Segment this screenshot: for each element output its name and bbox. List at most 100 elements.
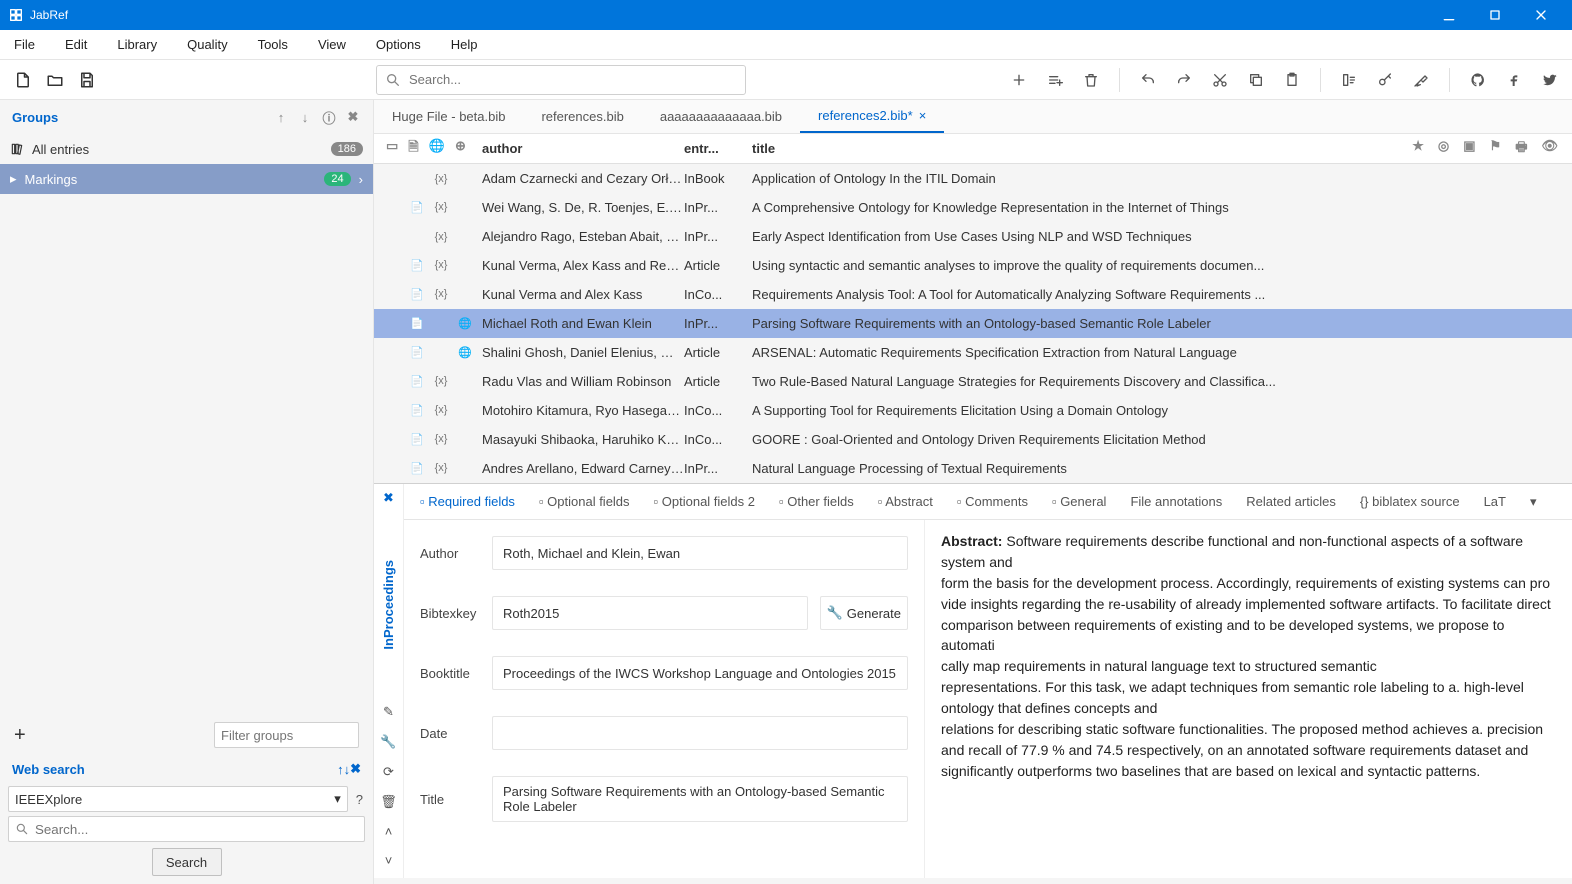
library-tab[interactable]: Huge File - beta.bib bbox=[374, 100, 523, 133]
more-tabs-icon[interactable]: ▾ bbox=[1530, 494, 1537, 510]
library-tab[interactable]: aaaaaaaaaaaaaa.bib bbox=[642, 100, 800, 133]
col-rank-icon[interactable]: ★ bbox=[1412, 138, 1424, 160]
paste-icon[interactable] bbox=[1284, 72, 1300, 88]
expand-icon[interactable]: ▸ bbox=[10, 171, 17, 187]
collapse-down-icon[interactable]: ↓ bbox=[297, 109, 313, 125]
websearch-input-wrapper[interactable] bbox=[8, 816, 365, 842]
group-markings[interactable]: ▸ Markings 24 › bbox=[0, 164, 373, 194]
bibtexkey-field[interactable]: Roth2015 bbox=[492, 596, 808, 630]
copy-icon[interactable] bbox=[1248, 72, 1264, 88]
editor-tab[interactable]: Related articles bbox=[1246, 494, 1336, 509]
info-icon[interactable]: ⓘ bbox=[321, 109, 337, 125]
add-entry-type-icon[interactable] bbox=[1047, 72, 1063, 88]
col-entrytype[interactable]: entr... bbox=[684, 141, 744, 156]
menu-tools[interactable]: Tools bbox=[258, 37, 288, 52]
add-group-button[interactable]: + bbox=[14, 724, 26, 747]
new-library-icon[interactable] bbox=[14, 71, 32, 89]
window-maximize-button[interactable] bbox=[1472, 0, 1518, 30]
ws-close-icon[interactable]: ✖ bbox=[350, 761, 361, 777]
col-print-icon[interactable]: 🖶 bbox=[1515, 138, 1527, 160]
col-flag-icon[interactable]: ⚑ bbox=[1490, 138, 1502, 160]
library-tab[interactable]: references.bib bbox=[523, 100, 641, 133]
table-row[interactable]: 📄{x} Masayuki Shibaoka, Haruhiko Kaiya..… bbox=[374, 425, 1572, 454]
col-readstatus-icon[interactable]: ▭ bbox=[386, 138, 398, 160]
redo-icon[interactable] bbox=[1176, 72, 1192, 88]
editor-tab[interactable]: ▫ Abstract bbox=[878, 494, 933, 509]
facebook-icon[interactable] bbox=[1506, 72, 1522, 88]
window-close-button[interactable] bbox=[1518, 0, 1564, 30]
websearch-engine-select[interactable]: IEEEXplore ▾ bbox=[8, 786, 348, 812]
table-row[interactable]: 📄{x} Motohiro Kitamura, Ryo Hasegawa,...… bbox=[374, 396, 1572, 425]
undo-icon[interactable] bbox=[1140, 72, 1156, 88]
col-special1-icon[interactable]: ◎ bbox=[1438, 138, 1449, 160]
generate-key-button[interactable]: 🔧 Generate bbox=[820, 596, 908, 630]
edit-icon[interactable]: ✎ bbox=[383, 704, 394, 720]
table-row[interactable]: 📄{x} Kunal Verma, Alex Kass and Reymo...… bbox=[374, 251, 1572, 280]
editor-close-icon[interactable]: ✖ bbox=[383, 490, 394, 506]
table-row[interactable]: 📄{x} Kunal Verma and Alex Kass InCo... R… bbox=[374, 280, 1572, 309]
github-icon[interactable] bbox=[1470, 72, 1486, 88]
table-row[interactable]: 📄🌐 Shalini Ghosh, Daniel Elenius, Wenc..… bbox=[374, 338, 1572, 367]
editor-tab[interactable]: {} biblatex source bbox=[1360, 494, 1460, 509]
next-entry-icon[interactable]: ˅ bbox=[385, 853, 393, 868]
editor-tab[interactable]: ▫ Other fields bbox=[779, 494, 854, 509]
help-icon[interactable]: ? bbox=[356, 792, 363, 807]
menu-edit[interactable]: Edit bbox=[65, 37, 87, 52]
delete-icon[interactable] bbox=[1083, 72, 1099, 88]
filter-groups-input[interactable] bbox=[214, 722, 359, 748]
editor-tab[interactable]: ▫ Optional fields 2 bbox=[654, 494, 755, 509]
delete-entry-icon[interactable]: 🗑 bbox=[380, 794, 397, 810]
generate-key-icon[interactable] bbox=[1377, 72, 1393, 88]
col-visible-icon[interactable]: 👁 bbox=[1541, 138, 1558, 160]
menu-options[interactable]: Options bbox=[376, 37, 421, 52]
editor-tab[interactable]: ▫ Required fields bbox=[420, 494, 515, 509]
menu-library[interactable]: Library bbox=[117, 37, 157, 52]
key-icon[interactable]: 🔧 bbox=[380, 734, 396, 750]
menu-view[interactable]: View bbox=[318, 37, 346, 52]
window-minimize-button[interactable] bbox=[1426, 0, 1472, 30]
title-field[interactable]: Parsing Software Requirements with an On… bbox=[492, 776, 908, 822]
cut-icon[interactable] bbox=[1212, 72, 1228, 88]
table-row[interactable]: 📄🌐 Michael Roth and Ewan Klein InPr... P… bbox=[374, 309, 1572, 338]
editor-tab[interactable]: File annotations bbox=[1130, 494, 1222, 509]
table-row[interactable]: {x} Adam Czarnecki and Cezary Orłowski I… bbox=[374, 164, 1572, 193]
col-url-icon[interactable]: ⊕ bbox=[455, 138, 466, 160]
close-panel-icon[interactable]: ✖ bbox=[345, 109, 361, 125]
save-icon[interactable] bbox=[78, 71, 96, 89]
open-library-icon[interactable] bbox=[46, 71, 64, 89]
menu-quality[interactable]: Quality bbox=[187, 37, 227, 52]
col-author[interactable]: author bbox=[474, 141, 684, 156]
col-title[interactable]: title bbox=[744, 141, 1407, 156]
global-search[interactable] bbox=[376, 65, 746, 95]
expand-sub-icon[interactable]: › bbox=[359, 172, 363, 187]
websearch-button[interactable]: Search bbox=[152, 848, 222, 876]
editor-tab[interactable]: ▫ Optional fields bbox=[539, 494, 630, 509]
menu-file[interactable]: File bbox=[14, 37, 35, 52]
cleanup-icon[interactable] bbox=[1413, 72, 1429, 88]
table-row[interactable]: 📄{x} Wei Wang, S. De, R. Toenjes, E. Ree… bbox=[374, 193, 1572, 222]
table-row[interactable]: {x} Alejandro Rago, Esteban Abait, Cla..… bbox=[374, 222, 1572, 251]
add-entry-icon[interactable] bbox=[1011, 72, 1027, 88]
refresh-icon[interactable]: ⟳ bbox=[383, 764, 394, 780]
library-tab[interactable]: references2.bib* × bbox=[800, 100, 944, 133]
author-field[interactable]: Roth, Michael and Klein, Ewan bbox=[492, 536, 908, 570]
booktitle-field[interactable]: Proceedings of the IWCS Workshop Languag… bbox=[492, 656, 908, 690]
search-input[interactable] bbox=[409, 72, 737, 87]
group-all-entries[interactable]: All entries 186 bbox=[0, 134, 373, 164]
col-special2-icon[interactable]: ▣ bbox=[1463, 138, 1475, 160]
twitter-icon[interactable] bbox=[1542, 72, 1558, 88]
close-tab-icon[interactable]: × bbox=[919, 108, 927, 123]
prev-entry-icon[interactable]: ˄ bbox=[385, 824, 393, 839]
collapse-up-icon[interactable]: ↑ bbox=[273, 109, 289, 125]
editor-tab[interactable]: LaT bbox=[1484, 494, 1506, 509]
table-row[interactable]: 📄{x} Radu Vlas and William Robinson Arti… bbox=[374, 367, 1572, 396]
push-external-icon[interactable] bbox=[1341, 72, 1357, 88]
date-field[interactable] bbox=[492, 716, 908, 750]
menu-help[interactable]: Help bbox=[451, 37, 478, 52]
col-web-icon[interactable]: 🌐 bbox=[429, 138, 445, 160]
editor-tab[interactable]: ▫ Comments bbox=[957, 494, 1028, 509]
editor-tab[interactable]: ▫ General bbox=[1052, 494, 1106, 509]
col-file-icon[interactable]: 🗎 bbox=[408, 138, 418, 160]
table-row[interactable]: 📄{x} Andres Arellano, Edward Carney an..… bbox=[374, 454, 1572, 483]
websearch-input[interactable] bbox=[35, 822, 358, 837]
